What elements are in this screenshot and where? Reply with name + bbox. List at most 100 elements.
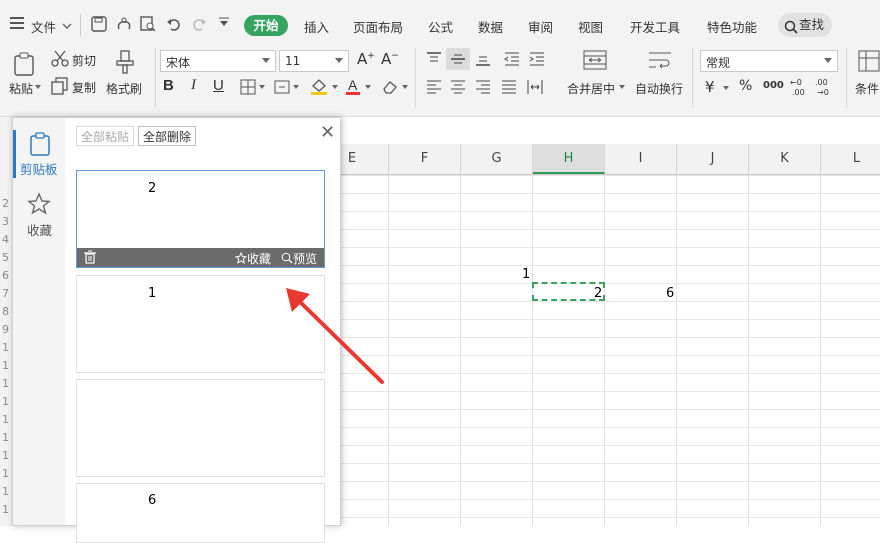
row-number[interactable]: 1 <box>2 503 9 516</box>
row-number[interactable]: 9 <box>2 323 9 336</box>
justify-icon[interactable] <box>500 79 518 97</box>
row-number[interactable]: 6 <box>2 269 9 282</box>
preview-item-button[interactable]: 预览 <box>281 250 317 267</box>
row-number[interactable]: 1 <box>2 485 9 498</box>
align-center-icon[interactable] <box>449 79 467 97</box>
row-number[interactable]: 1 <box>2 449 9 462</box>
font-size-select[interactable]: 11 <box>279 50 349 72</box>
tab-favorites[interactable]: 收藏 <box>13 190 65 240</box>
paste-all-button[interactable]: 全部粘贴 <box>76 126 135 146</box>
cell-g6-value[interactable]: 1 <box>522 267 530 282</box>
format-painter-icon[interactable] <box>115 50 135 74</box>
currency-button[interactable]: ¥ <box>705 78 715 96</box>
menu-hamburger-icon[interactable] <box>10 17 24 32</box>
column-header-g[interactable]: G <box>461 144 533 174</box>
print-preview-icon[interactable] <box>140 16 156 32</box>
tab-insert[interactable]: 插入 <box>304 17 329 36</box>
trash-icon[interactable] <box>83 250 97 267</box>
cut-button[interactable]: 剪切 <box>72 52 96 69</box>
number-format-select[interactable]: 常规 <box>700 50 838 72</box>
align-right-icon[interactable] <box>474 79 492 97</box>
save-icon[interactable] <box>91 16 107 32</box>
auto-wrap-button[interactable]: 自动换行 <box>635 80 683 97</box>
format-painter-button[interactable]: 格式刷 <box>106 80 142 97</box>
tab-page-layout[interactable]: 页面布局 <box>353 17 403 36</box>
copy-button[interactable]: 复制 <box>72 79 96 96</box>
align-middle-icon[interactable] <box>449 51 467 69</box>
column-header-l[interactable]: L <box>821 144 880 174</box>
column-header-h[interactable]: H <box>533 144 605 174</box>
delete-all-button[interactable]: 全部删除 <box>138 126 197 146</box>
clear-format-icon[interactable] <box>381 78 411 96</box>
increase-decimal-icon[interactable]: ←0.00 <box>790 77 810 97</box>
row-number[interactable]: 3 <box>2 215 9 228</box>
tab-home[interactable]: 开始 <box>244 15 288 36</box>
cell-i7-value[interactable]: 6 <box>666 286 674 301</box>
row-number[interactable]: 5 <box>2 251 9 264</box>
thousands-separator-button[interactable]: 000 <box>763 80 784 91</box>
align-top-icon[interactable] <box>425 51 443 69</box>
row-number[interactable]: 1 <box>2 359 9 372</box>
percent-button[interactable]: % <box>739 78 752 94</box>
align-bottom-icon[interactable] <box>474 51 492 69</box>
row-number[interactable]: 1 <box>2 467 9 480</box>
decrease-indent-icon[interactable] <box>503 51 521 69</box>
fill-color-icon[interactable] <box>310 78 340 96</box>
search-button[interactable]: 查找 <box>778 13 832 37</box>
cut-icon[interactable] <box>51 50 69 68</box>
row-number[interactable]: 1 <box>2 413 9 426</box>
cell-h7-value[interactable]: 2 <box>594 286 602 301</box>
close-icon[interactable]: ✕ <box>320 122 335 143</box>
decrease-decimal-icon[interactable]: .00 →0 <box>815 77 835 97</box>
increase-indent-icon[interactable] <box>528 51 546 69</box>
row-number[interactable]: 2 <box>2 197 9 210</box>
column-header-f[interactable]: F <box>389 144 461 174</box>
merge-center-button[interactable]: 合并居中 <box>567 80 615 97</box>
row-number[interactable]: 1 <box>2 395 9 408</box>
paste-button[interactable]: 粘贴 <box>9 80 33 97</box>
row-number[interactable]: 4 <box>2 233 9 246</box>
merge-dropdown-icon[interactable] <box>619 85 625 89</box>
clipboard-item[interactable] <box>76 379 325 477</box>
font-name-select[interactable]: 宋体 <box>160 50 276 72</box>
redo-icon[interactable] <box>191 16 207 32</box>
borders-icon[interactable] <box>240 79 266 97</box>
print-icon[interactable] <box>116 16 132 32</box>
tab-formulas[interactable]: 公式 <box>428 17 453 36</box>
copy-icon[interactable] <box>51 77 69 95</box>
paste-icon[interactable] <box>13 52 35 76</box>
file-menu[interactable]: 文件 <box>31 17 56 36</box>
tab-data[interactable]: 数据 <box>478 17 503 36</box>
currency-dropdown-icon[interactable] <box>723 86 729 90</box>
italic-button[interactable]: I <box>191 77 196 94</box>
quick-access-dropdown-icon[interactable] <box>218 16 234 32</box>
tab-view[interactable]: 视图 <box>578 17 603 36</box>
row-number[interactable]: 7 <box>2 287 9 300</box>
merge-cells-icon[interactable] <box>274 79 300 97</box>
favorite-item-button[interactable]: 收藏 <box>234 250 271 267</box>
bold-button[interactable]: B <box>163 77 174 94</box>
clipboard-item[interactable]: 6 <box>76 483 325 543</box>
column-header-i[interactable]: I <box>605 144 677 174</box>
font-color-icon[interactable]: A <box>345 77 375 96</box>
row-number[interactable]: 1 <box>2 431 9 444</box>
tab-clipboard[interactable]: 剪贴板 <box>13 126 65 182</box>
column-header-k[interactable]: K <box>749 144 821 174</box>
paste-dropdown-icon[interactable] <box>35 85 41 89</box>
merge-center-icon[interactable] <box>583 50 607 70</box>
decrease-font-icon[interactable]: A− <box>381 50 399 68</box>
distribute-icon[interactable] <box>526 79 544 97</box>
row-number[interactable]: 1 <box>2 341 9 354</box>
undo-icon[interactable] <box>166 16 182 32</box>
tab-special-features[interactable]: 特色功能 <box>707 17 757 36</box>
increase-font-icon[interactable]: A+ <box>357 50 375 68</box>
conditional-format-icon[interactable] <box>858 50 880 72</box>
tab-developer[interactable]: 开发工具 <box>630 17 680 36</box>
align-left-icon[interactable] <box>425 79 443 97</box>
chevron-down-icon[interactable] <box>62 20 72 34</box>
clipboard-item[interactable]: 2 收藏 预览 <box>76 170 325 268</box>
tab-review[interactable]: 审阅 <box>528 17 553 36</box>
underline-button[interactable]: U <box>213 77 224 94</box>
row-number[interactable]: 8 <box>2 305 9 318</box>
wrap-text-icon[interactable] <box>648 50 672 70</box>
